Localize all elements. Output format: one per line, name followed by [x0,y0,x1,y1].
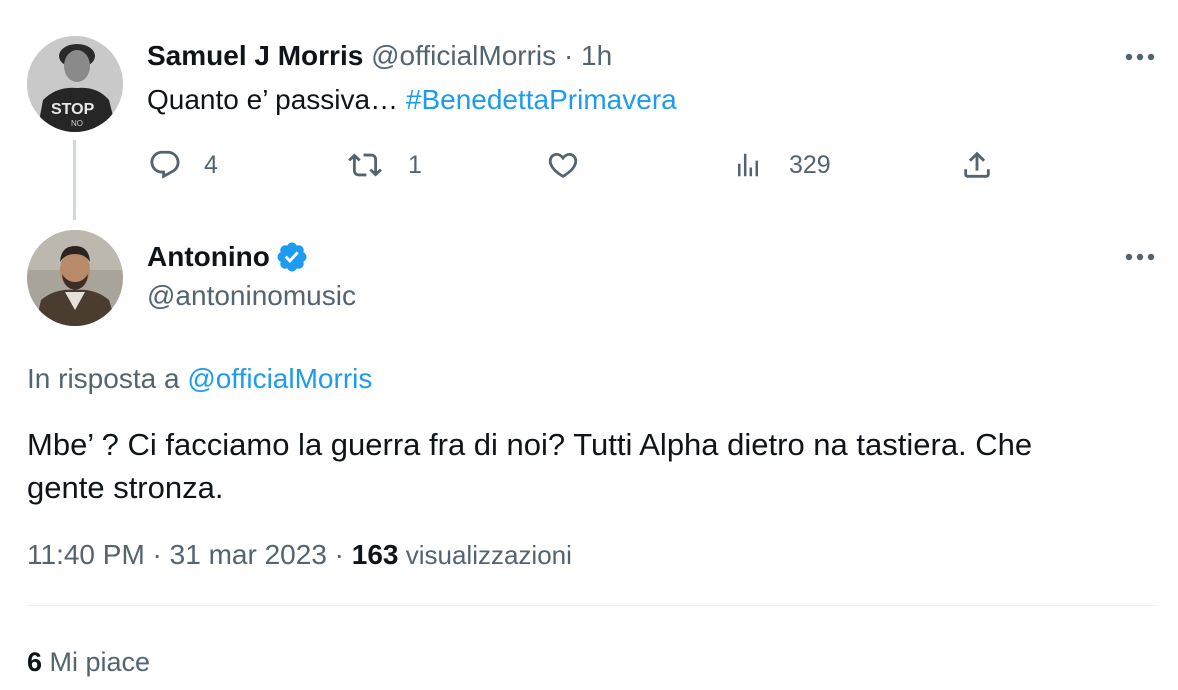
avatar-antonino[interactable] [27,230,123,326]
retweet-icon [348,153,382,177]
reply-context: In risposta a @officialMorris [27,361,372,397]
parent-more-button[interactable] [1120,47,1160,67]
reply-button[interactable]: 4 [148,143,218,187]
like-button[interactable] [546,143,602,187]
main-tweet-author: Antonino [147,238,309,276]
views-count: 329 [789,150,831,179]
tweet-date[interactable]: 31 mar 2023 [170,539,327,570]
main-more-button[interactable] [1120,247,1160,267]
parent-tweet-header: Samuel J Morris @officialMorris · 1h [147,38,612,74]
main-tweet-text: Mbe’ ? Ci facciamo la guerra fra di noi?… [27,423,1032,509]
parent-time[interactable]: 1h [581,40,612,71]
views-icon [738,153,758,177]
reply-context-label: In risposta a [27,363,188,394]
avatar-samuel[interactable]: STOP NO [27,36,123,132]
main-display-name[interactable]: Antonino [147,241,270,273]
retweet-button[interactable]: 1 [346,143,422,187]
parent-handle[interactable]: @officialMorris [371,40,556,71]
likes-count: 6 [27,647,43,677]
more-icon [1125,253,1155,261]
meta-separator: · [326,539,352,570]
hashtag-link[interactable]: #BenedettaPrimavera [406,84,677,115]
more-icon [1125,53,1155,61]
share-button[interactable] [960,143,994,187]
svg-text:NO: NO [71,119,83,128]
likes-summary[interactable]: 6 Mi piace [27,644,150,680]
verified-badge-icon [277,242,307,272]
reply-to-mention[interactable]: @officialMorris [187,363,372,394]
views-button[interactable]: 329 [733,143,831,187]
thread-connector [73,140,76,220]
likes-label: Mi piace [42,647,151,677]
meta-separator: · [144,539,170,570]
reply-icon [150,150,180,179]
main-text-line2: gente stronza. [27,470,224,505]
views-label: visualizzazioni [398,540,572,570]
heart-icon [548,152,578,178]
parent-separator: · [563,40,574,71]
main-handle[interactable]: @antoninomusic [147,278,356,314]
views-total: 163 [351,539,399,570]
parent-tweet-text: Quanto e’ passiva… #BenedettaPrimavera [147,82,677,118]
share-icon [964,151,990,178]
main-text-line1: Mbe’ ? Ci facciamo la guerra fra di noi?… [27,427,1033,462]
retweet-count: 1 [408,150,422,179]
tweet-meta: 11:40 PM · 31 mar 2023 · 163 visualizzaz… [27,537,572,573]
parent-display-name[interactable]: Samuel J Morris [147,40,363,71]
reply-count: 4 [204,150,218,179]
parent-text-body: Quanto e’ passiva… [147,84,406,115]
svg-text:STOP: STOP [51,101,95,118]
tweet-time[interactable]: 11:40 PM [27,539,145,570]
divider [27,605,1158,606]
